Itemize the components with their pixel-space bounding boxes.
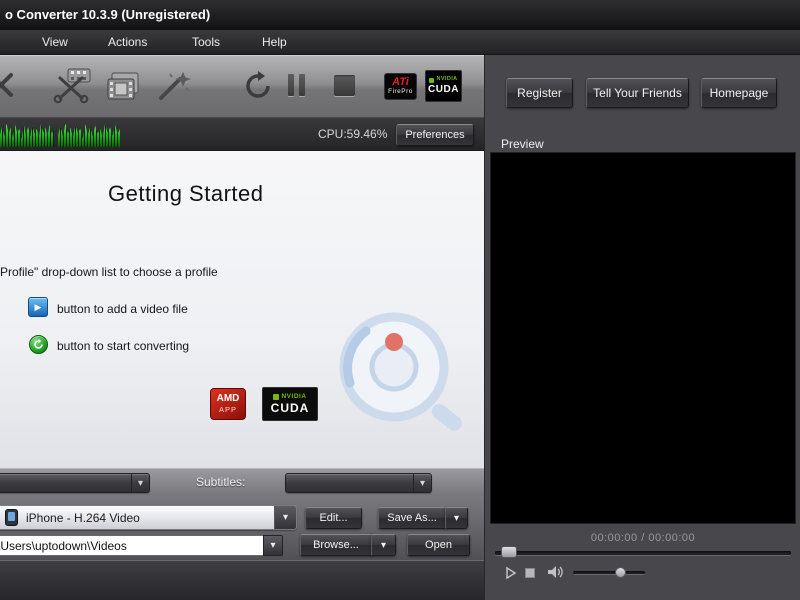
dropdown-arrow-icon: ▾ (413, 474, 431, 492)
preview-panel: Register Tell Your Friends Homepage Prev… (484, 55, 800, 600)
volume-slider[interactable] (573, 571, 645, 575)
menu-help[interactable]: Help (258, 30, 291, 55)
app-logo-watermark (326, 309, 476, 442)
convert-icon[interactable] (242, 70, 274, 107)
iphone-profile-icon (5, 509, 18, 526)
add-video-icon: ▶ (28, 297, 48, 317)
nvidia-brand-text: NVIDIA (281, 392, 307, 400)
profile-combobox[interactable]: iPhone - H.264 Video ▾ (0, 505, 297, 530)
seek-slider-handle[interactable] (501, 546, 517, 558)
save-as-dropdown-arrow[interactable]: ▾ (445, 507, 468, 529)
subtitles-dropdown[interactable]: ▾ (285, 473, 432, 493)
stop-playback-icon[interactable] (525, 568, 535, 578)
playback-time: 00:00:00 / 00:00:00 (590, 532, 696, 544)
seek-slider[interactable] (495, 551, 791, 556)
nvidia-logo-icon (429, 77, 435, 83)
subtitles-row: ▾ Subtitles: ▾ (0, 468, 484, 496)
preferences-button[interactable]: Preferences (396, 124, 474, 146)
audio-track-dropdown[interactable]: ▾ (0, 473, 150, 493)
start-convert-icon (29, 335, 48, 354)
play-glyph: ▶ (34, 301, 42, 312)
ati-brand-text: ATi (392, 76, 409, 89)
effects-wand-icon[interactable] (156, 70, 192, 107)
amd-app-badge: AMD APP (210, 388, 246, 420)
status-strip: CPU:59.46% Preferences (0, 118, 484, 151)
amd-brand-text: AMD (216, 393, 240, 405)
register-button[interactable]: Register (506, 78, 573, 108)
step-profile-text: Profile" drop-down list to choose a prof… (0, 265, 218, 279)
step-convert-text: button to start converting (57, 339, 190, 353)
cuda-product-text: CUDA (270, 401, 310, 416)
output-path-dropdown-arrow[interactable]: ▾ (263, 535, 283, 556)
menu-view[interactable]: View (38, 30, 72, 55)
pause-bar (299, 74, 305, 96)
amd-product-text: APP (218, 405, 237, 415)
stop-icon[interactable] (334, 75, 355, 96)
dropdown-arrow-icon: ▾ (131, 474, 149, 492)
menu-bar: View Actions Tools Help (0, 30, 800, 55)
pause-bar (288, 74, 294, 96)
cpu-usage-label: CPU:59.46% (318, 127, 388, 141)
nvidia-brand-row: NVIDIA (429, 77, 457, 83)
nvidia-logo-icon (273, 394, 280, 400)
save-as-button[interactable]: Save As... (378, 507, 446, 529)
browse-dropdown-arrow[interactable]: ▾ (371, 534, 396, 556)
play-button[interactable] (504, 566, 518, 585)
pause-icon[interactable] (288, 74, 305, 101)
profile-value: iPhone - H.264 Video (26, 510, 140, 525)
title-bar: o Converter 10.3.9 (Unregistered) (0, 0, 800, 30)
step-add-text: button to add a video file (57, 302, 188, 316)
edit-profile-button[interactable]: Edit... (305, 507, 362, 529)
tell-your-friends-button[interactable]: Tell Your Friends (586, 78, 689, 108)
open-folder-button[interactable]: Open (407, 534, 470, 556)
nvidia-brand-row: NVIDIA (273, 392, 307, 401)
browse-button[interactable]: Browse... (300, 534, 372, 556)
clipped-left-icon[interactable] (0, 72, 14, 103)
dropdown-arrow-icon[interactable]: ▾ (274, 506, 296, 529)
volume-icon[interactable] (547, 565, 564, 584)
nvidia-cuda-badge: NVIDIA CUDA (262, 387, 318, 421)
subtitles-label: Subtitles: (196, 475, 246, 489)
getting-started-title: Getting Started (108, 181, 264, 206)
output-path-input[interactable] (0, 535, 264, 556)
nvidia-cuda-toolbar-badge: NVIDIA CUDA (425, 70, 462, 102)
window-title: o Converter 10.3.9 (Unregistered) (5, 7, 211, 22)
output-controls-row: iPhone - H.264 Video ▾ Edit... Save As..… (0, 496, 484, 560)
homepage-button[interactable]: Homepage (701, 78, 777, 108)
app-window: o Converter 10.3.9 (Unregistered) View A… (0, 0, 800, 600)
cuda-product-text: CUDA (428, 83, 459, 95)
getting-started-panel: Getting Started Profile" drop-down list … (0, 151, 484, 468)
merge-film-icon[interactable] (104, 72, 142, 109)
menu-tools[interactable]: Tools (188, 30, 224, 55)
ati-firepro-badge: ATi FirePro (384, 73, 417, 100)
audio-spectrum-left (0, 123, 54, 147)
bottom-status-strip (0, 560, 484, 600)
menu-actions[interactable]: Actions (104, 30, 151, 55)
nvidia-brand-text: NVIDIA (436, 76, 458, 83)
audio-spectrum-right (58, 123, 120, 147)
toolbar: ATi FirePro NVIDIA CUDA (0, 55, 484, 118)
video-preview-screen (490, 152, 796, 524)
clip-scissors-icon[interactable] (52, 66, 94, 109)
ati-product-text: FirePro (388, 88, 413, 96)
preview-label: Preview (501, 137, 544, 151)
volume-slider-handle[interactable] (615, 567, 626, 578)
